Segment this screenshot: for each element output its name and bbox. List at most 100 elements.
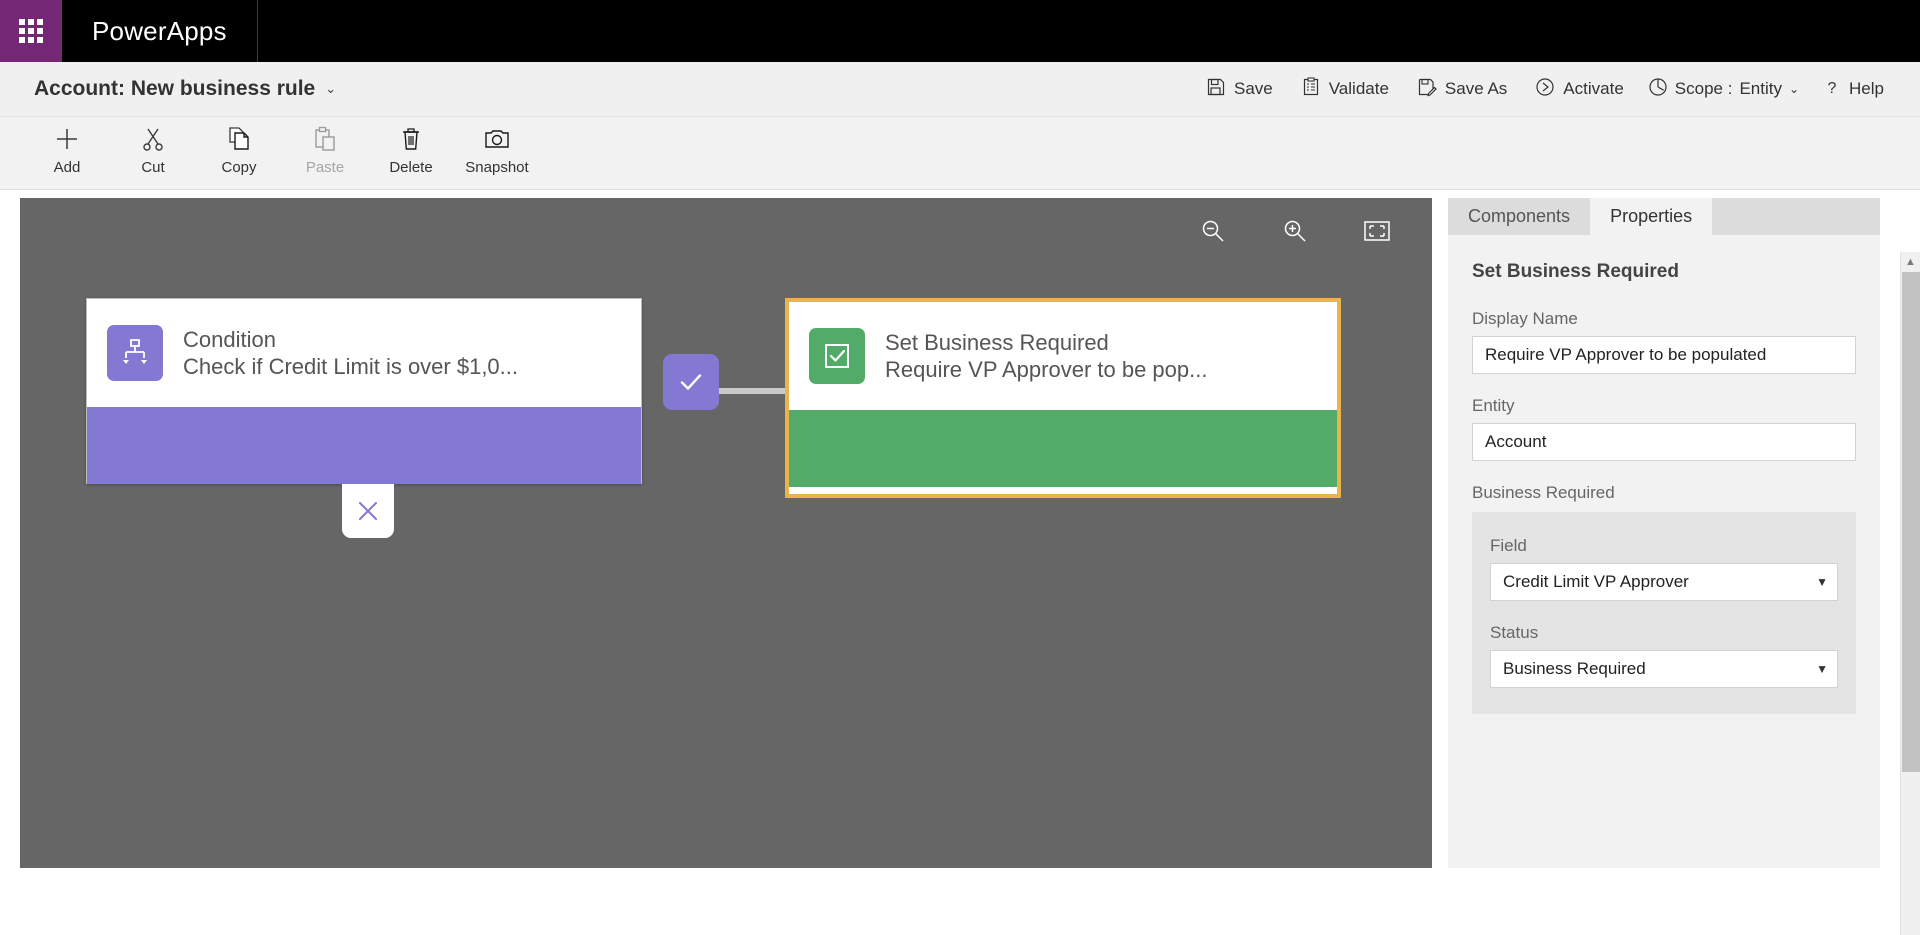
activate-button[interactable]: Activate xyxy=(1521,70,1637,109)
snapshot-label: Snapshot xyxy=(465,159,529,176)
scissors-icon xyxy=(139,124,167,154)
close-x-icon xyxy=(359,502,377,520)
add-label: Add xyxy=(53,159,81,176)
field-label: Field xyxy=(1490,536,1527,555)
validate-button[interactable]: Validate xyxy=(1287,70,1403,109)
cut-label: Cut xyxy=(141,159,165,176)
app-launcher-button[interactable] xyxy=(0,0,62,62)
add-button[interactable]: Add xyxy=(24,117,110,176)
scope-label: Scope : xyxy=(1674,79,1733,98)
command-bar: Account: New business rule ⌄ Save Valida… xyxy=(0,62,1920,117)
checkmark-icon xyxy=(680,374,702,390)
copy-label: Copy xyxy=(221,159,257,176)
tab-components[interactable]: Components xyxy=(1448,198,1591,235)
panel-tab-list: Components Properties xyxy=(1448,198,1880,235)
node-action-text: Set Business Required Require VP Approve… xyxy=(885,329,1207,384)
entity-input[interactable]: Account xyxy=(1472,423,1856,461)
save-button[interactable]: Save xyxy=(1192,70,1287,109)
display-name-label: Display Name xyxy=(1472,309,1578,328)
activate-play-circle-icon xyxy=(1535,77,1555,102)
delete-button[interactable]: Delete xyxy=(368,117,454,176)
node-condition-text: Condition Check if Credit Limit is over … xyxy=(183,326,518,381)
condition-branch-icon xyxy=(107,325,163,381)
rule-canvas[interactable]: Condition Check if Credit Limit is over … xyxy=(20,198,1432,868)
status-label: Status xyxy=(1490,623,1539,642)
trash-icon xyxy=(397,124,425,154)
zoom-in-icon[interactable] xyxy=(1280,216,1310,246)
chevron-down-icon: ⌄ xyxy=(325,81,337,96)
node-action-subtitle: Require VP Approver to be pop... xyxy=(885,357,1208,382)
scroll-up-arrow-icon[interactable]: ▲ xyxy=(1905,252,1916,272)
node-action-header: Set Business Required Require VP Approve… xyxy=(789,302,1337,410)
entity-label: Entity xyxy=(1472,396,1515,415)
checkbox-checked-icon xyxy=(809,328,865,384)
tool-ribbon: Add Cut Copy Paste Delete Snapshot xyxy=(0,117,1920,190)
chevron-down-icon: ▼ xyxy=(1816,575,1828,589)
status-dropdown[interactable]: Business Required ▼ xyxy=(1490,650,1838,688)
question-mark-icon: ? xyxy=(1823,77,1841,102)
node-action-body xyxy=(789,410,1337,487)
app-launcher-waffle-icon xyxy=(19,19,43,43)
tab-components-label: Components xyxy=(1468,206,1571,226)
help-button[interactable]: ? Help xyxy=(1809,70,1898,109)
scope-value: Entity xyxy=(1739,79,1782,98)
panel-tab-filler xyxy=(1712,198,1880,235)
panel-heading: Set Business Required xyxy=(1472,261,1679,282)
copy-button[interactable]: Copy xyxy=(196,117,282,176)
field-dropdown[interactable]: Credit Limit VP Approver ▼ xyxy=(1490,563,1838,601)
snapshot-button[interactable]: Snapshot xyxy=(454,117,540,176)
scrollbar-thumb[interactable] xyxy=(1902,272,1920,772)
node-condition-subtitle: Check if Credit Limit is over $1,0... xyxy=(183,354,519,379)
branch-true-badge[interactable] xyxy=(663,354,719,410)
tab-properties[interactable]: Properties xyxy=(1590,198,1713,235)
display-name-input[interactable]: Require VP Approver to be populated xyxy=(1472,336,1856,374)
node-condition[interactable]: Condition Check if Credit Limit is over … xyxy=(86,298,642,484)
page-scrollbar[interactable]: ▲ ▼ xyxy=(1900,252,1920,935)
chevron-down-icon: ⌄ xyxy=(1788,82,1800,96)
field-dropdown-value: Credit Limit VP Approver xyxy=(1503,572,1689,591)
delete-label: Delete xyxy=(389,159,433,176)
help-label: Help xyxy=(1849,79,1884,98)
brand-label: PowerApps xyxy=(92,15,227,46)
validate-label: Validate xyxy=(1328,79,1389,98)
save-label: Save xyxy=(1233,79,1273,98)
node-condition-header: Condition Check if Credit Limit is over … xyxy=(87,299,641,407)
scope-value-group[interactable]: Entity ⌄ xyxy=(1739,79,1799,99)
tab-properties-label: Properties xyxy=(1610,206,1693,226)
plus-icon xyxy=(53,124,81,154)
save-as-button[interactable]: Save As xyxy=(1403,70,1521,109)
canvas-zoom-controls xyxy=(1198,216,1392,246)
paste-label: Paste xyxy=(305,159,345,176)
paste-button[interactable]: Paste xyxy=(282,117,368,176)
scope-selector[interactable]: Scope : Entity ⌄ xyxy=(1638,70,1809,109)
save-as-label: Save As xyxy=(1444,79,1508,98)
zoom-out-icon[interactable] xyxy=(1198,216,1228,246)
chevron-down-icon: ▼ xyxy=(1816,662,1828,676)
svg-text:?: ? xyxy=(1828,80,1837,97)
node-action-title: Set Business Required xyxy=(885,329,1109,355)
node-set-business-required[interactable]: Set Business Required Require VP Approve… xyxy=(785,298,1341,498)
workspace: Condition Check if Credit Limit is over … xyxy=(0,190,1920,935)
scrollbar-track[interactable] xyxy=(1901,272,1920,935)
rule-title-dropdown[interactable]: Account: New business rule ⌄ xyxy=(34,77,336,101)
properties-panel: Components Properties Set Business Requi… xyxy=(1448,198,1880,935)
branch-false-badge[interactable] xyxy=(342,484,394,538)
copy-icon xyxy=(225,124,253,154)
camera-icon xyxy=(483,124,511,154)
scope-pie-icon xyxy=(1648,77,1668,102)
panel-content: Set Business Required Display Name Requi… xyxy=(1448,235,1880,868)
fit-to-screen-icon[interactable] xyxy=(1362,216,1392,246)
brand-powerapps[interactable]: PowerApps xyxy=(62,0,258,62)
activate-label: Activate xyxy=(1563,79,1624,98)
status-dropdown-value: Business Required xyxy=(1503,659,1646,678)
business-required-section-label: Business Required xyxy=(1472,483,1615,502)
business-required-subpanel: Field Credit Limit VP Approver ▼ Status … xyxy=(1472,512,1856,714)
node-condition-body xyxy=(87,407,641,484)
page-title: Account: New business rule xyxy=(34,77,316,100)
paste-icon xyxy=(311,124,339,154)
cut-button[interactable]: Cut xyxy=(110,117,196,176)
command-actions: Save Validate Save As Activate Scope : E… xyxy=(1192,70,1898,109)
save-icon xyxy=(1206,77,1226,102)
node-condition-title: Condition xyxy=(183,326,276,352)
